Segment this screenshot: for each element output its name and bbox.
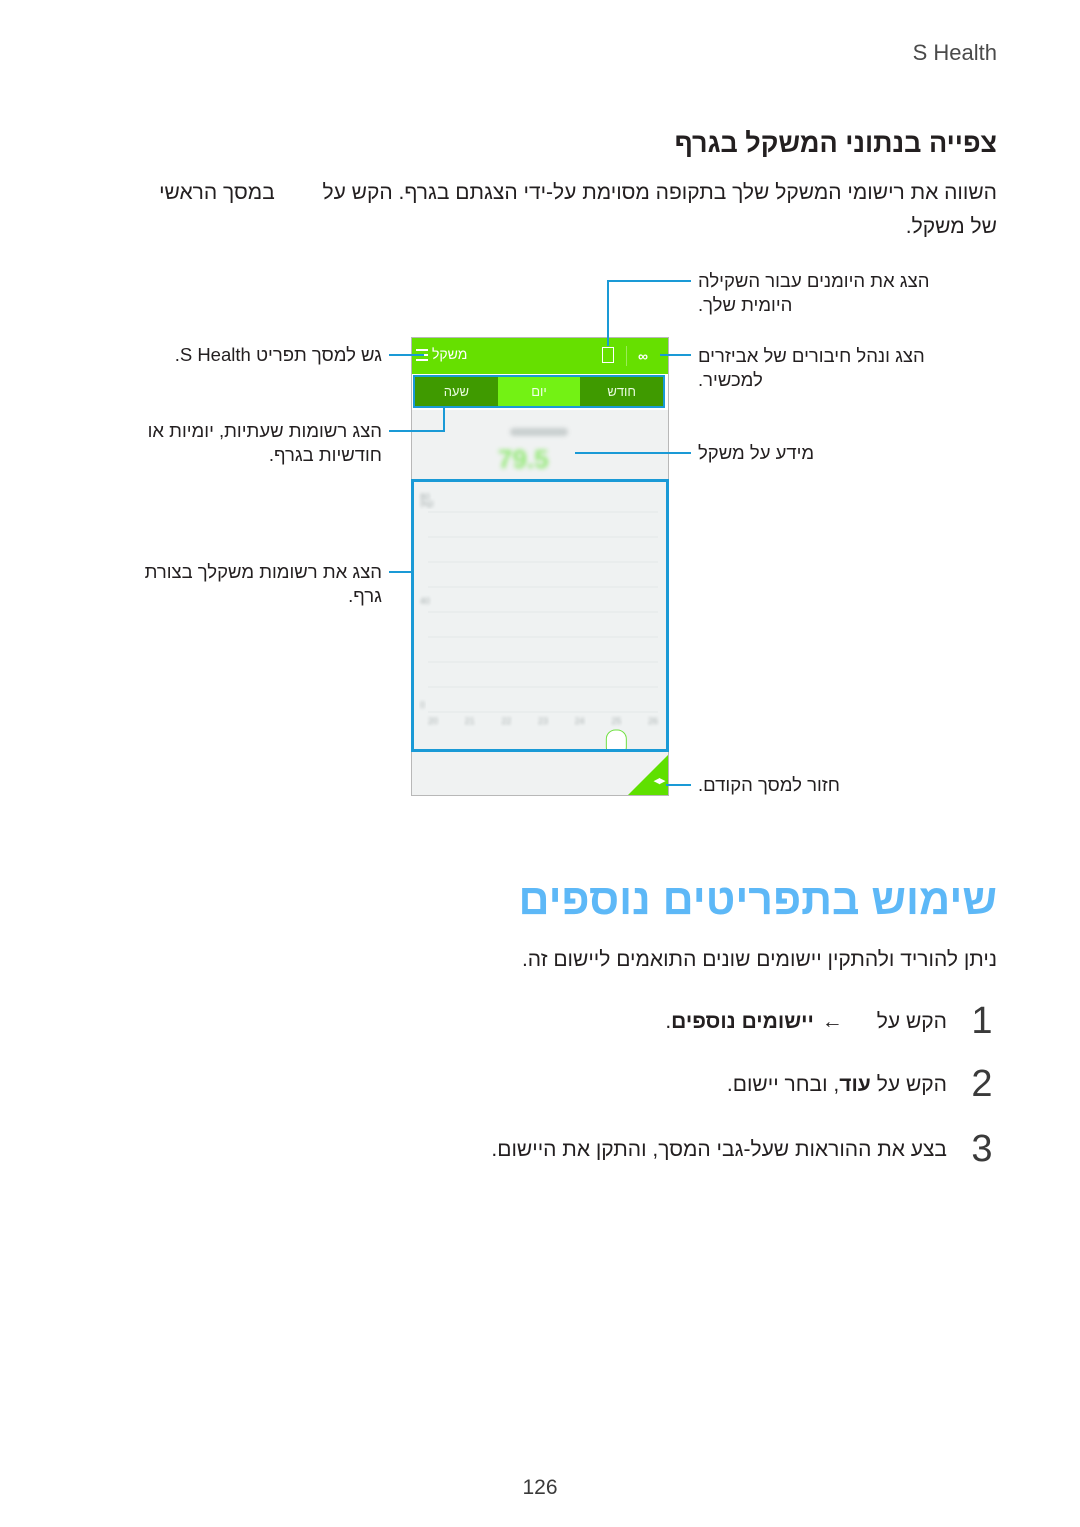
- intro-text-part1: השווה את רישומי המשקל שלך בתקופה מסוימת …: [322, 181, 997, 204]
- callout-info: מידע על משקל: [698, 442, 815, 463]
- section-title: צפייה בנתוני המשקל בגרף: [674, 128, 997, 158]
- callout-diary: הצג את היומנים עבור השקילה היומית שלך.: [698, 269, 929, 317]
- step-bold-text: עוד: [839, 1072, 871, 1096]
- intro-text-part2: במסך הראשי: [159, 181, 275, 204]
- chart-svg: 80400(kg)20 21 22 23 24 25 26: [420, 487, 658, 749]
- step-number: 3: [971, 1128, 993, 1170]
- callout-text: חודשיות בגרף.: [268, 444, 382, 465]
- app-bar-title: משקל: [432, 346, 468, 362]
- period-tabs: שעה יום חודש: [412, 374, 668, 410]
- chart-x-tick: 24: [575, 716, 585, 726]
- callout-back: חזור למסך הקודם.: [698, 774, 840, 795]
- step-3: 3 בצע את ההוראות שעל-גבי המסך, והתקן את …: [491, 1128, 997, 1171]
- callout-connect: הצג ונהל חיבורים של אביזרים למכשיר.: [698, 344, 925, 392]
- callout-text: הצג ונהל חיבורים של אביזרים: [698, 345, 925, 366]
- tab-hour[interactable]: שעה: [415, 377, 498, 406]
- chart-y-tick: 0: [420, 700, 425, 710]
- callout-text: הצג את היומנים עבור השקילה: [698, 270, 930, 291]
- page-header-title: S Health: [912, 40, 997, 65]
- callout-line: [389, 571, 413, 573]
- chart-x-tick: 23: [538, 716, 548, 726]
- callout-line: [607, 280, 609, 346]
- step-text: .: [665, 1009, 672, 1033]
- intro-text-line2: של משקל.: [905, 215, 997, 238]
- callout-text: היומית שלך.: [698, 294, 793, 315]
- callout-line: [607, 280, 691, 282]
- intro-paragraph: השווה את רישומי המשקל שלך בתקופה מסוימת …: [97, 176, 997, 244]
- app-bar: משקל ∞: [412, 338, 668, 374]
- chart-x-tick: 22: [501, 716, 511, 726]
- step-text: , ובחר יישום.: [726, 1072, 840, 1096]
- summary-value: 79.5: [498, 444, 549, 474]
- callout-chart: הצג את רשומות משקלך בצורת גרף.: [145, 560, 382, 608]
- app-bar-divider: [626, 346, 627, 366]
- arrow-icon: ←: [821, 1009, 843, 1033]
- document-chart-icon[interactable]: [602, 347, 614, 363]
- weight-chart[interactable]: 80 40 0 (kg) 20 21 22 23 24 25 26: [411, 479, 669, 752]
- chart-x-tick: 21: [465, 716, 475, 726]
- callout-line: [660, 354, 691, 356]
- step-text: הקש על: [876, 1072, 947, 1096]
- callout-line: [389, 430, 445, 432]
- chart-x-tick: 25: [611, 716, 621, 726]
- callout-menu: גש למסך תפריט S Health.: [174, 344, 382, 365]
- weight-summary: 79.5: [412, 410, 668, 478]
- chart-y-label: (kg): [420, 499, 434, 508]
- chart-selection-handle: [605, 729, 627, 749]
- callout-text: הצג את רשומות משקלך בצורת: [144, 561, 382, 582]
- tab-month[interactable]: חודש: [580, 377, 664, 406]
- chart-x-tick: 26: [648, 716, 658, 726]
- callout-line: [666, 784, 691, 786]
- page-number: 126: [522, 1476, 558, 1499]
- callout-text: למכשיר.: [698, 369, 763, 390]
- more-apps-body: ניתן להוריד ולהתקין יישומים שונים התואמי…: [521, 948, 997, 971]
- step-number: 2: [971, 1063, 993, 1105]
- chart-x-tick: 20: [428, 716, 438, 726]
- callout-text: גרף.: [348, 585, 382, 606]
- callout-line: [575, 452, 691, 454]
- section-title-more-apps: שימוש בתפריטים נוספים: [518, 876, 997, 924]
- bottom-bar: ◂▸: [412, 754, 668, 795]
- chart-y-tick: 40: [420, 596, 430, 606]
- tab-day[interactable]: יום: [497, 377, 581, 406]
- callout-line: [389, 354, 424, 356]
- callout-tabs: הצג רשומות שעתיות, יומיות או חודשיות בגר…: [148, 419, 382, 467]
- step-2: 2 הקש על עוד , ובחר יישום.: [727, 1063, 997, 1106]
- link-icon[interactable]: ∞: [638, 348, 648, 364]
- summary-label-blurred: [510, 428, 568, 436]
- callout-text: הצג רשומות שעתיות, יומיות או: [147, 420, 382, 441]
- step-number: 1: [971, 1000, 993, 1042]
- callout-line: [443, 408, 445, 432]
- step-1: 1 הקש על ← יישומים נוספים .: [665, 1000, 997, 1043]
- step-bold-text: יישומים נוספים: [671, 1009, 814, 1033]
- step-text: בצע את ההוראות שעל-גבי המסך, והתקן את הי…: [491, 1137, 947, 1161]
- step-text: הקש על: [876, 1009, 947, 1033]
- back-icon[interactable]: ◂▸: [654, 774, 665, 787]
